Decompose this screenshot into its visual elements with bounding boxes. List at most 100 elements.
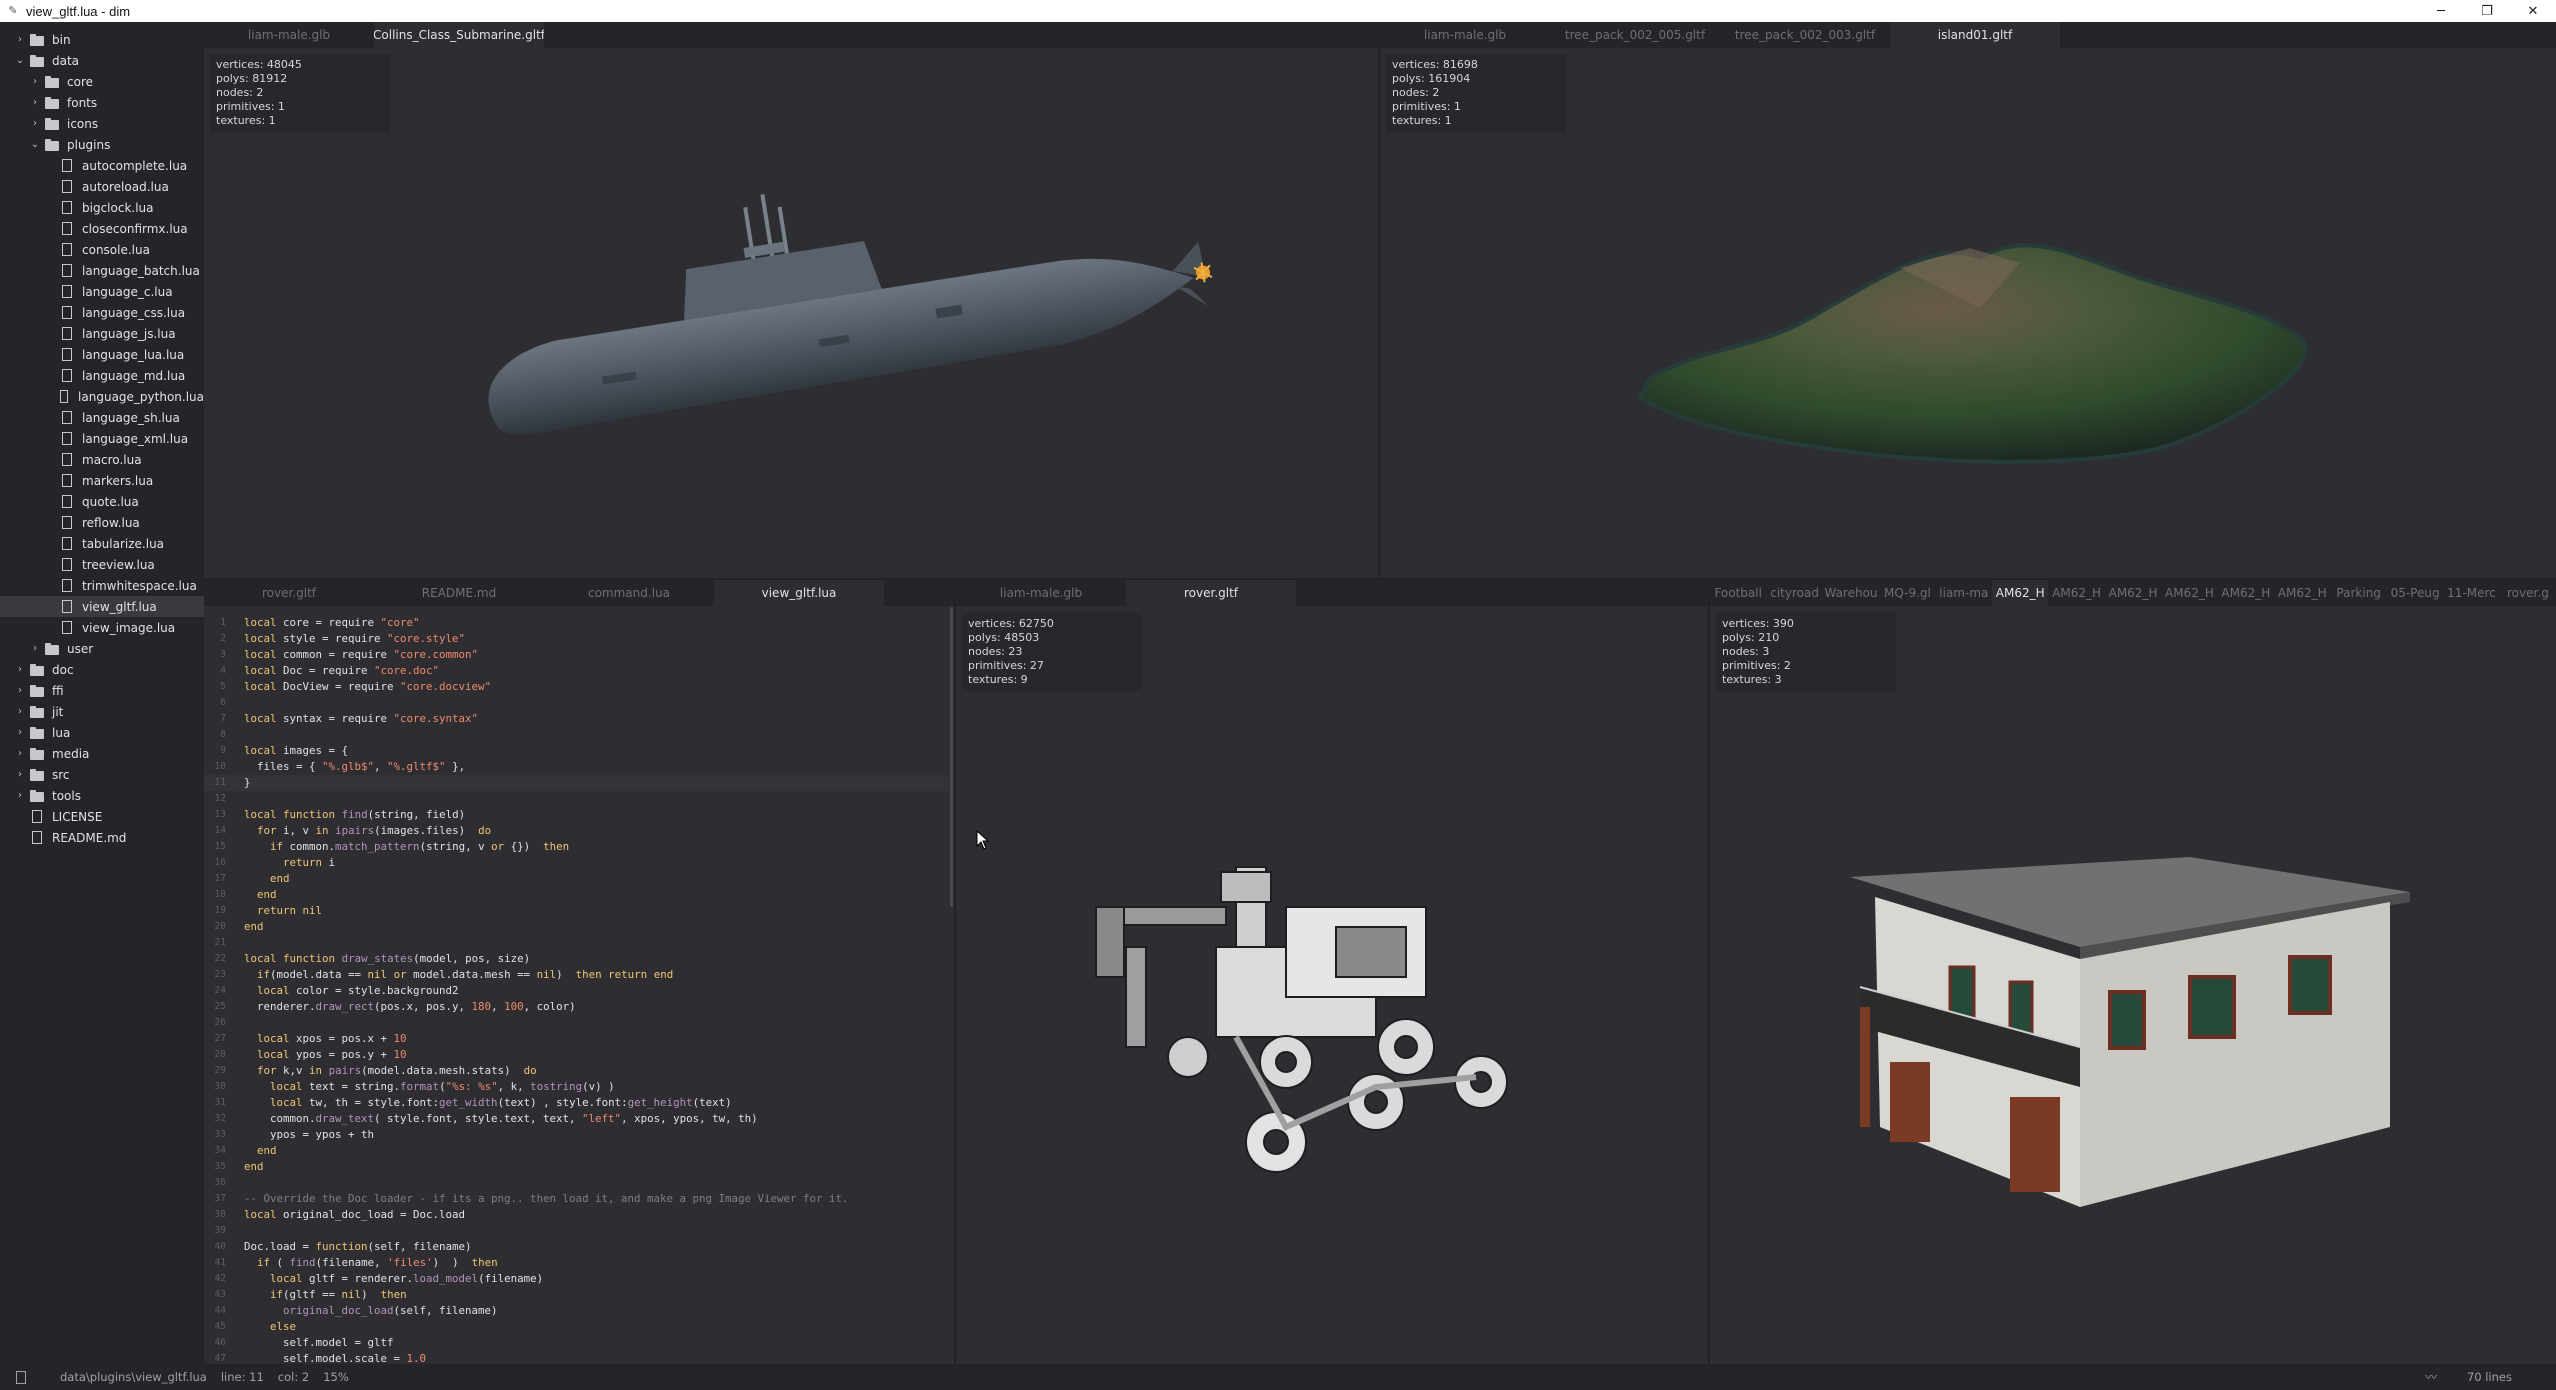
tab-cityroad[interactable]: cityroad <box>1766 580 1822 606</box>
code-line[interactable]: 1 local core = require "core" <box>204 615 949 631</box>
tree-item-language-md-lua[interactable]: language_md.lua <box>0 365 204 386</box>
minimize-button[interactable]: ─ <box>2418 0 2464 22</box>
code-line[interactable]: 40 Doc.load = function(self, filename) <box>204 1239 949 1255</box>
code-line[interactable]: 20 end <box>204 919 949 935</box>
code-line[interactable]: 24 local color = style.background2 <box>204 983 949 999</box>
tree-item-markers-lua[interactable]: markers.lua <box>0 470 204 491</box>
code-line[interactable]: 4 local Doc = require "core.doc" <box>204 663 949 679</box>
maximize-button[interactable]: ❐ <box>2464 0 2510 22</box>
code-line[interactable]: 14 for i, v in ipairs(images.files) do <box>204 823 949 839</box>
code-line[interactable]: 6 <box>204 695 949 711</box>
code-line[interactable]: 43 if(gltf == nil) then <box>204 1287 949 1303</box>
code-line[interactable]: 7 local syntax = require "core.syntax" <box>204 711 949 727</box>
code-line[interactable]: 46 self.model = gltf <box>204 1335 949 1351</box>
tab-am62-h[interactable]: AM62_H <box>2274 580 2330 606</box>
tab-am62-h[interactable]: AM62_H <box>2218 580 2274 606</box>
tree-item-language-lua-lua[interactable]: language_lua.lua <box>0 344 204 365</box>
tree-item-language-sh-lua[interactable]: language_sh.lua <box>0 407 204 428</box>
tree-item-fonts[interactable]: › fonts <box>0 92 204 113</box>
code-line[interactable]: 29 for k,v in pairs(model.data.mesh.stat… <box>204 1063 949 1079</box>
tab-liam-male-glb[interactable]: liam-male.glb <box>1380 22 1550 48</box>
chevron-right-icon[interactable]: › <box>29 643 41 654</box>
tree-item-user[interactable]: › user <box>0 638 204 659</box>
tree-item-plugins[interactable]: ⌄ plugins <box>0 134 204 155</box>
chevron-right-icon[interactable]: › <box>29 97 41 108</box>
tab-liam-male-glb[interactable]: liam-male.glb <box>956 580 1126 606</box>
tree-item-trimwhitespace-lua[interactable]: trimwhitespace.lua <box>0 575 204 596</box>
tab-island01-gltf[interactable]: island01.gltf <box>1890 22 2060 48</box>
code-line[interactable]: 12 <box>204 791 949 807</box>
tab-parking[interactable]: Parking <box>2330 580 2386 606</box>
tree-item-quote-lua[interactable]: quote.lua <box>0 491 204 512</box>
code-line[interactable]: 44 original_doc_load(self, filename) <box>204 1303 949 1319</box>
chevron-right-icon[interactable]: › <box>14 706 26 717</box>
chevron-right-icon[interactable]: › <box>29 118 41 129</box>
tree-item-language-python-lua[interactable]: language_python.lua <box>0 386 204 407</box>
status-file-path[interactable]: data\plugins\view_gltf.lua <box>60 1370 207 1384</box>
code-line[interactable]: 26 <box>204 1015 949 1031</box>
code-line[interactable]: 16 return i <box>204 855 949 871</box>
tab-am62-h[interactable]: AM62_H <box>2048 580 2104 606</box>
tree-item-language-css-lua[interactable]: language_css.lua <box>0 302 204 323</box>
code-line[interactable]: 17 end <box>204 871 949 887</box>
code-line[interactable]: 39 <box>204 1223 949 1239</box>
tab-05-peug[interactable]: 05-Peug <box>2387 580 2443 606</box>
tree-item-console-lua[interactable]: console.lua <box>0 239 204 260</box>
tab-rover-g[interactable]: rover.g <box>2500 580 2556 606</box>
code-line[interactable]: 42 local gltf = renderer.load_model(file… <box>204 1271 949 1287</box>
tab-readme-md[interactable]: README.md <box>374 580 544 606</box>
viewport-submarine[interactable]: vertices: 48045 polys: 81912 nodes: 2 primi… <box>204 48 1378 578</box>
pane-divider[interactable] <box>1378 22 1380 578</box>
tree-item-language-js-lua[interactable]: language_js.lua <box>0 323 204 344</box>
tree-item-macro-lua[interactable]: macro.lua <box>0 449 204 470</box>
tree-item-ffi[interactable]: › ffi <box>0 680 204 701</box>
tab-liam-ma[interactable]: liam-ma <box>1936 580 1992 606</box>
tree-item-lua[interactable]: › lua <box>0 722 204 743</box>
code-line[interactable]: 36 <box>204 1175 949 1191</box>
tab-warehou[interactable]: Warehou <box>1823 580 1879 606</box>
code-line[interactable]: 3 local common = require "core.common" <box>204 647 949 663</box>
tree-item-bigclock-lua[interactable]: bigclock.lua <box>0 197 204 218</box>
tab-view-gltf-lua[interactable]: view_gltf.lua <box>714 580 884 606</box>
chevron-down-icon[interactable]: ⌄ <box>14 55 26 66</box>
code-line[interactable]: 19 return nil <box>204 903 949 919</box>
tree-item-readme-md[interactable]: README.md <box>0 827 204 848</box>
tree-item-tabularize-lua[interactable]: tabularize.lua <box>0 533 204 554</box>
tab-rover-gltf[interactable]: rover.gltf <box>204 580 374 606</box>
close-button[interactable]: ✕ <box>2510 0 2556 22</box>
tree-item-view-image-lua[interactable]: view_image.lua <box>0 617 204 638</box>
pane-divider[interactable] <box>1708 580 1710 1364</box>
code-line[interactable]: 23 if(model.data == nil or model.data.me… <box>204 967 949 983</box>
chevron-right-icon[interactable]: › <box>14 685 26 696</box>
tree-item-autocomplete-lua[interactable]: autocomplete.lua <box>0 155 204 176</box>
code-line[interactable]: 15 if common.match_pattern(string, v or … <box>204 839 949 855</box>
code-line[interactable]: 9 local images = { <box>204 743 949 759</box>
tree-item-src[interactable]: › src <box>0 764 204 785</box>
code-line[interactable]: 25 renderer.draw_rect(pos.x, pos.y, 180,… <box>204 999 949 1015</box>
viewport-rover[interactable]: vertices: 62750 polys: 48503 nodes: 23 prim… <box>956 607 1708 1364</box>
tree-item-jit[interactable]: › jit <box>0 701 204 722</box>
chevron-right-icon[interactable]: › <box>14 769 26 780</box>
viewport-island[interactable]: vertices: 81698 polys: 161904 nodes: 2 prim… <box>1380 48 2556 578</box>
tree-item-license[interactable]: LICENSE <box>0 806 204 827</box>
chevron-right-icon[interactable]: › <box>14 664 26 675</box>
code-line[interactable]: 41 if ( find(filename, 'files') ) then <box>204 1255 949 1271</box>
code-line[interactable]: 11} <box>204 775 949 791</box>
pane-divider[interactable] <box>954 580 956 1364</box>
code-line[interactable]: 5 local DocView = require "core.docview" <box>204 679 949 695</box>
code-line[interactable]: 37 -- Override the Doc loader - if its a … <box>204 1191 949 1207</box>
code-editor[interactable]: 1 local core = require "core" 2 local style… <box>204 607 954 1364</box>
tree-item-data[interactable]: ⌄ data <box>0 50 204 71</box>
chevron-right-icon[interactable]: › <box>14 748 26 759</box>
tree-item-core[interactable]: › core <box>0 71 204 92</box>
tab-tree-pack-002-003-gltf[interactable]: tree_pack_002_003.gltf <box>1720 22 1890 48</box>
tree-item-language-c-lua[interactable]: language_c.lua <box>0 281 204 302</box>
code-line[interactable]: 18 end <box>204 887 949 903</box>
tree-item-autoreload-lua[interactable]: autoreload.lua <box>0 176 204 197</box>
tree-item-bin[interactable]: › bin <box>0 29 204 50</box>
code-line[interactable]: 45 else <box>204 1319 949 1335</box>
code-line[interactable]: 13 local function find(string, field) <box>204 807 949 823</box>
tab-am62-h[interactable]: AM62_H <box>2161 580 2217 606</box>
code-line[interactable]: 34 end <box>204 1143 949 1159</box>
tree-item-closeconfirmx-lua[interactable]: closeconfirmx.lua <box>0 218 204 239</box>
